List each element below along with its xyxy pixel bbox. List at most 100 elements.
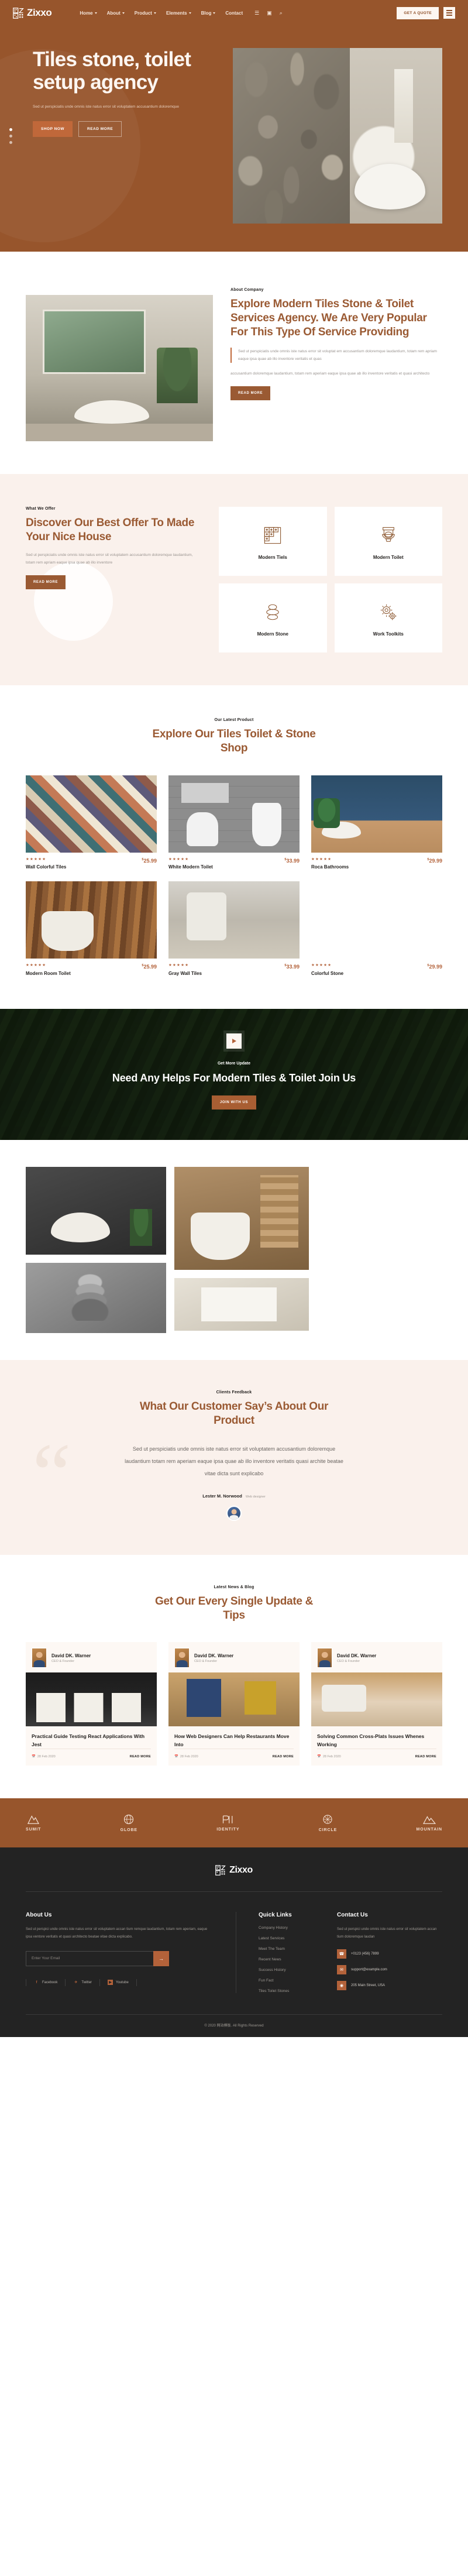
blog-read-more-link[interactable]: READ MORE	[130, 1755, 151, 1758]
brand-logo-globe[interactable]: GLOBE	[121, 1813, 137, 1832]
product-card[interactable]: ★★★★★ Roca Bathrooms $29.99	[311, 775, 442, 870]
stone-stack-icon	[263, 602, 283, 622]
youtube-icon: ▶	[108, 1980, 113, 1986]
offer-copy: What We Offer Discover Our Best Offer To…	[26, 507, 201, 652]
blog-read-more-link[interactable]: READ MORE	[415, 1755, 436, 1758]
footer-logo[interactable]: Zixxo	[0, 1864, 468, 1891]
service-card-modern-toilet[interactable]: Modern Toilet	[334, 507, 442, 576]
blog-post-title[interactable]: How Web Designers Can Help Restaurants M…	[168, 1726, 300, 1748]
mountain-icon	[27, 1815, 40, 1824]
gallery-image-dark-bath[interactable]	[26, 1167, 166, 1255]
product-card[interactable]: ★★★★★ Wall Colorful Tiles $25.99	[26, 775, 157, 870]
avatar	[174, 1648, 190, 1668]
social-link-facebook[interactable]: f Facebook	[26, 1980, 65, 1985]
hero-slider-dots[interactable]	[9, 128, 12, 144]
service-card-modern-tiels[interactable]: Modern Tiels	[219, 507, 327, 576]
footer-link-meet-the-team[interactable]: Meet The Team	[259, 1947, 330, 1951]
contact-email[interactable]: ✉ support@example.com	[337, 1964, 442, 1974]
contact-phone[interactable]: ☎ +0123 (456) 7899	[337, 1949, 442, 1959]
divider	[136, 1979, 137, 1986]
brand-logo-sumit[interactable]: SUMIT	[26, 1814, 41, 1832]
search-icon[interactable]: ⌕	[280, 10, 283, 16]
products-title: Explore Our Tiles Toilet & Stone Shop	[152, 728, 316, 754]
blog-image	[311, 1672, 442, 1727]
blog-post-title[interactable]: Practical Guide Testing React Applicatio…	[26, 1726, 157, 1748]
nav-item-product[interactable]: Product	[135, 11, 156, 16]
social-label: Youtube	[116, 1980, 129, 1984]
about-copy: About Company Explore Modern Tiles Stone…	[230, 284, 442, 400]
play-video-button[interactable]	[226, 1033, 242, 1049]
offer-read-more-button[interactable]: READ MORE	[26, 575, 66, 589]
logo[interactable]: Zixxo	[13, 7, 52, 19]
logo-text: Zixxo	[27, 7, 52, 18]
service-card-modern-stone[interactable]: Modern Stone	[219, 583, 327, 652]
author-name: Lester M. Norwood	[202, 1493, 242, 1499]
brand-logo-mountain[interactable]: MOUNTAIN	[417, 1814, 442, 1832]
join-with-us-button[interactable]: JOIN WITH US	[211, 1095, 257, 1110]
product-card[interactable]: ★★★★★ White Modern Toilet $33.99	[168, 775, 300, 870]
nav-item-about[interactable]: About	[107, 11, 125, 16]
copyright: © 2020 网站模板. All Rights Reserved	[204, 2024, 264, 2028]
social-link-twitter[interactable]: ✈ Twitter	[66, 1980, 99, 1985]
product-image	[311, 775, 442, 853]
slider-dot-2[interactable]	[9, 135, 12, 138]
product-image	[311, 881, 442, 959]
contact-phone-text: +0123 (456) 7899	[351, 1952, 379, 1956]
cart-icon[interactable]: ▣	[267, 10, 272, 16]
social-link-youtube[interactable]: ▶ Youtube	[100, 1980, 136, 1986]
read-more-button[interactable]: READ MORE	[78, 121, 122, 138]
menu-toggle-button[interactable]	[443, 7, 455, 19]
about-eyebrow: About Company	[230, 288, 264, 292]
product-rating: ★★★★★	[168, 857, 190, 861]
shop-now-button[interactable]: SHOP NOW	[33, 121, 73, 138]
social-links: f Facebook ✈ Twitter ▶ Youtube	[26, 1979, 212, 1986]
user-icon[interactable]: ☰	[254, 10, 259, 16]
brand-logo-circle[interactable]: CIRCLE	[319, 1813, 337, 1832]
social-label: Twitter	[81, 1980, 92, 1984]
product-card[interactable]: ★★★★★ Gray Wall Tiles $33.99	[168, 881, 300, 976]
footer-link-company-history[interactable]: Company History	[259, 1926, 330, 1930]
brand-logo-identity[interactable]: IDENTITY	[216, 1814, 239, 1832]
nav-item-elements[interactable]: Elements	[166, 11, 191, 16]
footer-link-success-history[interactable]: Success History	[259, 1968, 330, 1972]
nav-item-blog[interactable]: Blog	[201, 11, 216, 16]
about-paragraph: accusantium doloremque laudantium, totam…	[230, 372, 430, 376]
blog-date: 📅 28 Feb 2020	[174, 1754, 198, 1758]
contact-address[interactable]: ◉ 205 Main Street, USA	[337, 1980, 442, 1990]
slider-dot-3[interactable]	[9, 141, 12, 144]
blog-post-title[interactable]: Solving Common Cross-Plats Issues Whenes…	[311, 1726, 442, 1748]
offer-cards: Modern Tiels Modern Toilet Modern Stone …	[219, 507, 442, 652]
blog-card[interactable]: David DK. Warner CEO & Founder How Web D…	[168, 1642, 300, 1766]
nav-item-home[interactable]: Home	[80, 11, 97, 16]
blog-read-more-link[interactable]: READ MORE	[273, 1755, 294, 1758]
header-actions: GET A QUOTE	[397, 6, 455, 19]
footer-link-latest-services[interactable]: Latest Services	[259, 1936, 330, 1940]
service-card-work-toolkits[interactable]: Work Toolkits	[334, 583, 442, 652]
author-role: Web designer	[245, 1495, 266, 1499]
brands-section: SUMIT GLOBE IDENTITY CIRCLE MOUNTAIN	[0, 1798, 468, 1847]
gallery-image-stone-stack[interactable]	[26, 1263, 166, 1334]
product-card[interactable]: ★★★★★ Modern Room Toilet $25.99	[26, 881, 157, 976]
slider-dot-1[interactable]	[9, 128, 12, 131]
footer-link-fun-fact[interactable]: Fun Fact	[259, 1979, 330, 1983]
blog-eyebrow: Latest News & Blog	[214, 1585, 254, 1589]
service-label: Work Toolkits	[373, 631, 404, 637]
twitter-icon: ✈	[74, 1981, 78, 1985]
footer-link-recent-news[interactable]: Recent News	[259, 1957, 330, 1962]
gallery-image-hands-tile[interactable]	[174, 1278, 309, 1331]
email-field[interactable]	[26, 1950, 153, 1966]
gallery-image-wood-bath[interactable]	[174, 1167, 309, 1270]
blog-card[interactable]: David DK. Warner CEO & Founder Practical…	[26, 1642, 157, 1766]
about-read-more-button[interactable]: READ MORE	[230, 386, 271, 400]
about-section: About Company Explore Modern Tiles Stone…	[0, 252, 468, 474]
gallery-column-left	[26, 1167, 166, 1334]
blog-card[interactable]: David DK. Warner CEO & Founder Solving C…	[311, 1642, 442, 1766]
get-a-quote-button[interactable]: GET A QUOTE	[397, 6, 439, 19]
product-name: Gray Wall Tiles	[168, 970, 202, 976]
footer-link-tiles-toilet-stones[interactable]: Tiles Toilet Stones	[259, 1989, 330, 1993]
phone-icon: ☎	[337, 1949, 346, 1959]
product-card[interactable]: ★★★★★ Colorful Stone $29.99	[311, 881, 442, 976]
nav-item-contact[interactable]: Contact	[225, 11, 243, 16]
newsletter-submit-button[interactable]: →	[153, 1950, 169, 1966]
product-rating: ★★★★★	[311, 963, 332, 968]
